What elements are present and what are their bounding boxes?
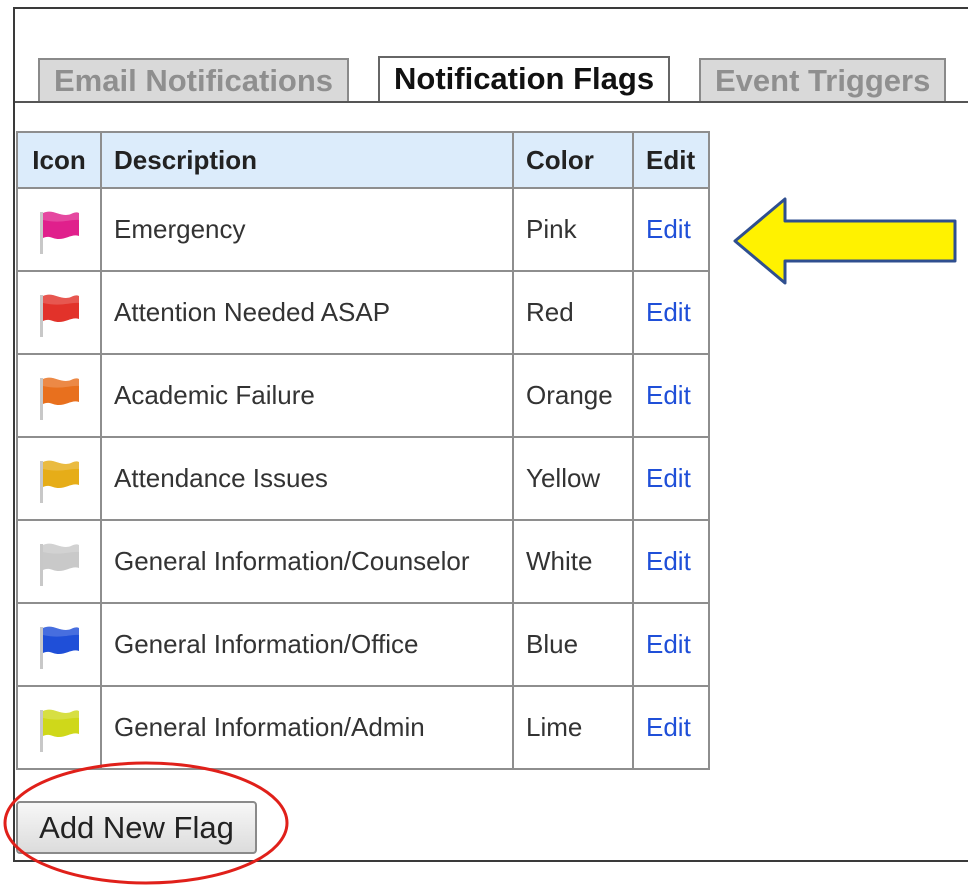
flag-icon [40, 709, 79, 752]
callout-arrow-icon [733, 197, 957, 285]
flag-description: Attendance Issues [100, 436, 514, 521]
flag-color: Orange [512, 353, 634, 438]
edit-link[interactable]: Edit [646, 712, 691, 742]
edit-link[interactable]: Edit [646, 463, 691, 493]
flag-icon-cell [16, 436, 102, 521]
header-color: Color [512, 131, 634, 189]
edit-link[interactable]: Edit [646, 629, 691, 659]
flag-description: Emergency [100, 187, 514, 272]
edit-link[interactable]: Edit [646, 214, 691, 244]
flag-icon-cell [16, 519, 102, 604]
flag-icon-cell [16, 602, 102, 687]
tab-event-triggers[interactable]: Event Triggers [699, 58, 947, 102]
table-row: Academic Failure Orange Edit [16, 353, 710, 438]
flag-color: Blue [512, 602, 634, 687]
flag-icon [40, 211, 79, 254]
flag-color: Pink [512, 187, 634, 272]
flag-color: White [512, 519, 634, 604]
flag-icon [40, 626, 79, 669]
flag-description: General Information/Office [100, 602, 514, 687]
flag-description: Attention Needed ASAP [100, 270, 514, 355]
flag-icon-cell [16, 353, 102, 438]
tab-notification-flags[interactable]: Notification Flags [378, 56, 671, 102]
flag-icon-cell [16, 685, 102, 770]
flag-description: General Information/Counselor [100, 519, 514, 604]
table-row: Emergency Pink Edit [16, 187, 710, 272]
flag-color: Red [512, 270, 634, 355]
table-row: General Information/Admin Lime Edit [16, 685, 710, 770]
header-description: Description [100, 131, 514, 189]
flag-color: Lime [512, 685, 634, 770]
header-edit: Edit [632, 131, 710, 189]
tab-divider [15, 101, 968, 103]
flag-description: Academic Failure [100, 353, 514, 438]
flag-description: General Information/Admin [100, 685, 514, 770]
edit-link[interactable]: Edit [646, 546, 691, 576]
highlight-circle [3, 761, 289, 885]
edit-link[interactable]: Edit [646, 297, 691, 327]
edit-link[interactable]: Edit [646, 380, 691, 410]
flag-icon [40, 543, 79, 586]
flag-icon [40, 294, 79, 337]
flag-icon-cell [16, 187, 102, 272]
table-row: General Information/Counselor White Edit [16, 519, 710, 604]
flags-table: Icon Description Color Edit Emergency Pin… [16, 131, 710, 770]
table-header-row: Icon Description Color Edit [16, 131, 710, 189]
tab-email-notifications[interactable]: Email Notifications [38, 58, 350, 102]
flag-icon [40, 460, 79, 503]
flag-color: Yellow [512, 436, 634, 521]
flag-icon-cell [16, 270, 102, 355]
table-row: Attendance Issues Yellow Edit [16, 436, 710, 521]
table-row: Attention Needed ASAP Red Edit [16, 270, 710, 355]
flag-icon [40, 377, 79, 420]
table-row: General Information/Office Blue Edit [16, 602, 710, 687]
header-icon: Icon [16, 131, 102, 189]
